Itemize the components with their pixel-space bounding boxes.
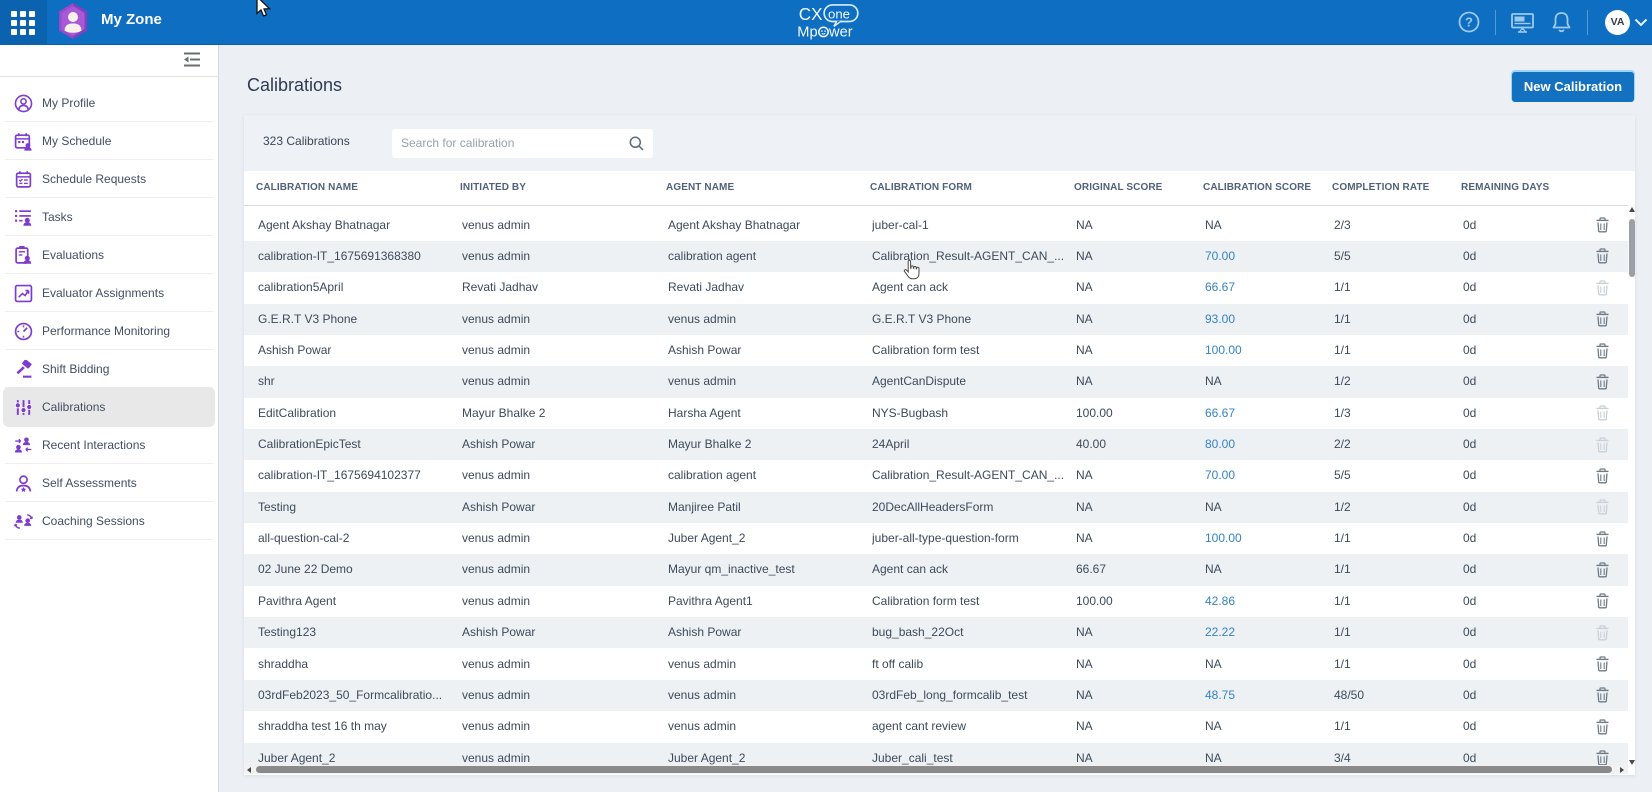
svg-text:wer: wer: [828, 25, 853, 41]
svg-text:CX: CX: [799, 5, 823, 24]
svg-text:one: one: [828, 6, 850, 21]
svg-text:?: ?: [1465, 15, 1473, 30]
svg-text:Mp: Mp: [797, 25, 817, 41]
